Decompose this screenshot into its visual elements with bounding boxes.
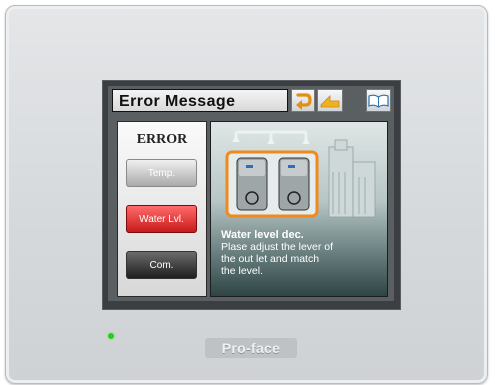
error-heading: ERROR	[136, 132, 188, 147]
page-title: Error Message	[112, 89, 288, 112]
temp-button[interactable]: Temp.	[126, 159, 197, 187]
back-arrow-icon	[320, 95, 340, 108]
touch-screen: Error Message ERROR Temp. Water Lvl. Com…	[108, 86, 394, 301]
manual-book-icon	[368, 94, 389, 108]
back-button[interactable]	[317, 89, 343, 112]
manual-button[interactable]	[366, 89, 391, 112]
undo-arrow-icon	[296, 93, 312, 110]
error-detail-panel: Water level dec. Plase adjust the lever …	[210, 121, 388, 297]
undo-button[interactable]	[291, 89, 315, 112]
error-message-line: the out let and match	[221, 253, 320, 265]
error-message: Water level dec. Plase adjust the lever …	[221, 229, 386, 277]
brand-logo: Pro-face	[205, 338, 297, 358]
error-message-title: Water level dec.	[221, 229, 304, 241]
error-message-line: Plase adjust the lever of	[221, 241, 334, 253]
status-led	[108, 333, 114, 339]
com-button[interactable]: Com.	[126, 251, 197, 279]
error-message-line: the level.	[221, 265, 264, 277]
error-category-panel: ERROR Temp. Water Lvl. Com.	[117, 121, 207, 297]
plant-illustration	[225, 130, 376, 218]
water-level-button[interactable]: Water Lvl.	[126, 205, 197, 233]
